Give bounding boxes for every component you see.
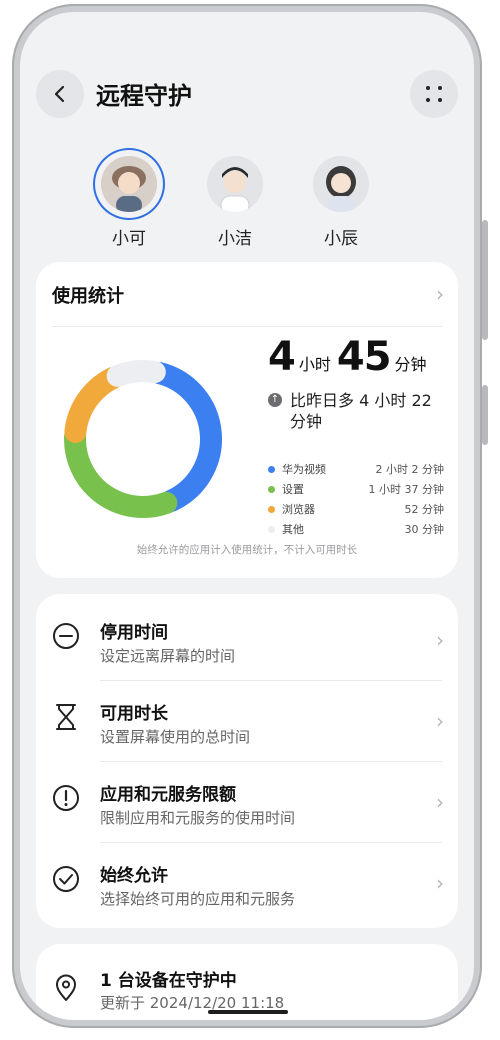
- chevron-left-icon: [54, 85, 65, 103]
- usage-legend: 华为视频 2 小时 2 分钟 设置 1 小时 37 分钟 浏览器 52 分钟 其…: [268, 460, 444, 540]
- chevron-right-icon: ›: [436, 871, 444, 895]
- page-title: 远程守护: [96, 82, 192, 110]
- legend-value: 30 分钟: [404, 523, 445, 536]
- arrow-up-icon: ↑: [268, 393, 282, 407]
- menu-item-always-allowed[interactable]: 始终允许 选择始终可用的应用和元服务 ›: [36, 843, 458, 923]
- check-circle-icon: [53, 866, 79, 892]
- legend-label: 其他: [282, 523, 304, 536]
- compare-yesterday: ↑ 比昨日多 4 小时 22 分钟: [268, 390, 448, 432]
- profile-xiaoke[interactable]: 小可: [84, 150, 174, 249]
- minutes-unit: 分钟: [394, 355, 427, 374]
- profile-xiaojie[interactable]: 小洁: [190, 150, 280, 249]
- legend-value: 52 分钟: [404, 503, 445, 516]
- grid-dots-icon: [426, 86, 442, 102]
- device-card[interactable]: 1 台设备在守护中 更新于 2024/12/20 11:18: [36, 944, 458, 1020]
- power-button: [482, 385, 488, 445]
- divider: [52, 326, 442, 327]
- compare-text: 比昨日多 4 小时 22 分钟: [290, 391, 432, 431]
- avatar-ring: [307, 150, 375, 218]
- usage-card[interactable]: 使用统计 › 4 小时 45 分钟 ↑ 比昨日多 4 小时 22 分钟 华为视频 2 …: [36, 262, 458, 578]
- legend-item: 华为视频 2 小时 2 分钟: [268, 460, 444, 480]
- legend-label: 设置: [282, 483, 304, 496]
- menu-title: 应用和元服务限额: [100, 785, 236, 805]
- menu-title: 停用时间: [100, 623, 168, 643]
- legend-value: 1 小时 37 分钟: [368, 483, 445, 496]
- total-minutes: 45: [336, 334, 392, 380]
- total-hours: 4: [268, 334, 296, 380]
- menu-item-app-limits[interactable]: 应用和元服务限额 限制应用和元服务的使用时间 ›: [36, 762, 458, 842]
- home-indicator: [208, 1010, 288, 1014]
- avatar-ring: [201, 150, 269, 218]
- hours-unit: 小时: [298, 355, 331, 374]
- volume-button: [482, 220, 488, 340]
- menu-subtitle: 设定远离屏幕的时间: [100, 647, 236, 665]
- profile-switcher: 小可 小洁 小辰: [20, 150, 474, 250]
- usage-title: 使用统计: [52, 286, 124, 307]
- legend-dot: [268, 506, 275, 513]
- profile-name: 小洁: [218, 229, 252, 249]
- more-button[interactable]: [410, 70, 458, 118]
- usage-note: 始终允许的应用计入使用统计，不计入可用时长: [136, 544, 358, 556]
- legend-dot: [268, 486, 275, 493]
- exclamation-circle-icon: [53, 785, 79, 811]
- profile-name: 小辰: [324, 229, 358, 249]
- menu-subtitle: 设置屏幕使用的总时间: [100, 728, 251, 746]
- donut-segment-其他: [106, 360, 166, 387]
- chevron-right-icon: ›: [436, 628, 444, 652]
- legend-item: 其他 30 分钟: [268, 520, 444, 540]
- menu-title: 始终允许: [100, 866, 168, 886]
- controls-card: 停用时间 设定远离屏幕的时间 › 可用时长 设置屏幕使用的总时间 › 应用和元服…: [36, 594, 458, 928]
- device-title: 1 台设备在守护中: [100, 971, 237, 991]
- screen: 远程守护 小可 小洁 小辰 使用统计 › 4 小时 45 分钟 ↑ 比昨日多 4…: [20, 12, 474, 1020]
- legend-label: 浏览器: [282, 503, 315, 516]
- menu-subtitle: 选择始终可用的应用和元服务: [100, 890, 296, 908]
- total-usage: 4 小时 45 分钟: [268, 334, 433, 380]
- legend-value: 2 小时 2 分钟: [375, 463, 445, 476]
- menu-item-downtime[interactable]: 停用时间 设定远离屏幕的时间 ›: [36, 600, 458, 680]
- location-pin-icon: [56, 974, 76, 1001]
- legend-label: 华为视频: [282, 463, 326, 476]
- chevron-right-icon: ›: [436, 282, 444, 306]
- donut-segment-浏览器: [64, 366, 125, 443]
- header: 远程守护: [20, 68, 474, 128]
- minus-circle-icon: [53, 623, 79, 649]
- avatar: [313, 156, 369, 212]
- chevron-right-icon: ›: [436, 709, 444, 733]
- avatar: [101, 156, 157, 212]
- avatar-ring: [95, 150, 163, 218]
- profile-name: 小可: [112, 229, 146, 249]
- menu-item-screen-time[interactable]: 可用时长 设置屏幕使用的总时间 ›: [36, 681, 458, 761]
- back-button[interactable]: [36, 70, 84, 118]
- chevron-right-icon: ›: [436, 790, 444, 814]
- donut-segment-设置: [64, 425, 178, 518]
- legend-item: 浏览器 52 分钟: [268, 500, 444, 520]
- menu-title: 可用时长: [100, 704, 168, 724]
- avatar: [207, 156, 263, 212]
- profile-xiaochen[interactable]: 小辰: [296, 150, 386, 249]
- menu-subtitle: 限制应用和元服务的使用时间: [100, 809, 296, 827]
- donut-segment-华为视频: [148, 362, 222, 513]
- legend-item: 设置 1 小时 37 分钟: [268, 480, 444, 500]
- usage-donut-chart: [64, 360, 222, 518]
- hourglass-icon: [56, 704, 76, 730]
- legend-dot: [268, 526, 275, 533]
- legend-dot: [268, 466, 275, 473]
